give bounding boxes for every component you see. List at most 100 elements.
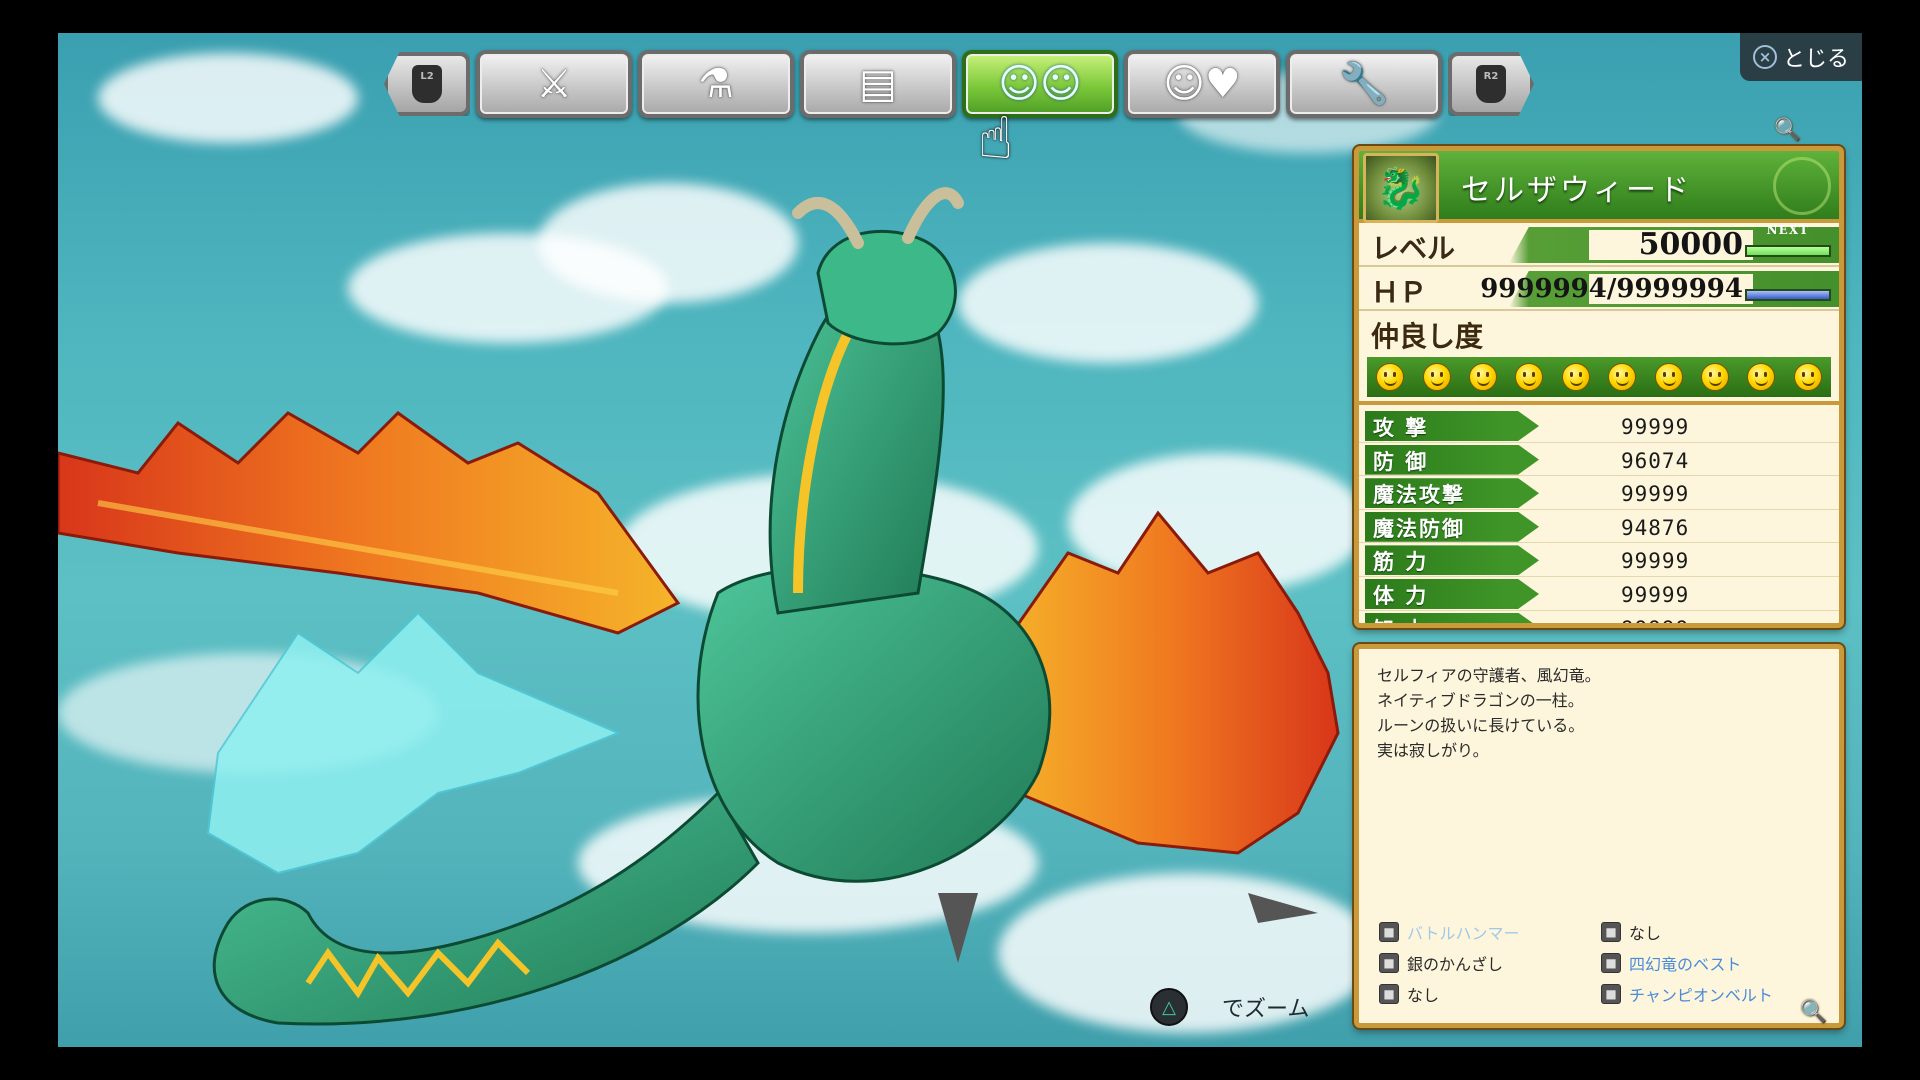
cross-button-icon: ×	[1752, 45, 1777, 69]
affinity-smile-icon	[1747, 363, 1776, 391]
affinity-smile-icon	[1515, 363, 1544, 391]
equipment-slot-shield[interactable]: ■ なし	[1601, 919, 1823, 944]
affinity-meter	[1367, 357, 1831, 397]
exp-meter-fill	[1747, 247, 1829, 255]
smile-heart-icon: ☺♥	[1163, 61, 1241, 107]
level-value: 50000	[1638, 227, 1743, 262]
character-name: セルザウィード	[1461, 173, 1692, 208]
stat-value: 99999	[1621, 415, 1690, 439]
affinity-row: 仲良し度	[1359, 311, 1839, 405]
sword-shield-icon: ⚔	[536, 61, 572, 107]
stat-name: 魔法防御	[1373, 516, 1465, 541]
description-line: ルーンの扱いに長けている。	[1377, 716, 1585, 735]
character-status-panel: 🐉 セルザウィード レベル 50000 NEXT ＨＰ 9999994/9999…	[1354, 146, 1844, 628]
stat-row: 体 力 99999	[1359, 577, 1839, 611]
tab-items[interactable]: ⚗	[638, 50, 794, 118]
armor-slot-icon: ■	[1601, 952, 1621, 973]
next-label: NEXT	[1766, 223, 1809, 237]
character-name-bar: 🐉 セルザウィード	[1359, 151, 1839, 223]
potion-hammer-icon: ⚗	[698, 61, 734, 107]
affinity-smile-icon	[1793, 363, 1822, 391]
triangle-button-icon: △	[1150, 988, 1188, 1026]
r2-shoulder-button[interactable]: R2	[1448, 52, 1534, 116]
stat-list: 攻 撃 99999 防 御 96074 魔法攻撃 99999 魔法防御 94876 筋 力 999…	[1359, 405, 1839, 623]
stat-row: 魔法攻撃 99999	[1359, 476, 1839, 510]
stat-value: 94876	[1621, 515, 1690, 540]
description-panel: セルフィアの守護者、風幻竜。 ネイティブドラゴンの一柱。 ルーンの扱いに長けている。…	[1354, 644, 1844, 1028]
affinity-label: 仲良し度	[1371, 320, 1484, 353]
equipment-slot-weapon[interactable]: ■ バトルハンマー	[1379, 919, 1601, 944]
description-text: セルフィアの守護者、風幻竜。 ネイティブドラゴンの一柱。 ルーンの扱いに長けている。…	[1377, 663, 1601, 763]
stat-value: 99999	[1621, 582, 1690, 607]
description-line: セルフィアの守護者、風幻竜。	[1377, 666, 1601, 685]
stat-row: 知 力 99999	[1359, 611, 1839, 623]
exp-meter	[1745, 245, 1831, 257]
stat-name: 筋 力	[1373, 550, 1429, 575]
hammer-slot-icon: ■	[1379, 921, 1399, 942]
r2-label: R2	[1476, 65, 1506, 103]
stat-value: 99999	[1621, 549, 1690, 574]
tab-notes[interactable]: ▤	[800, 50, 956, 118]
l2-shoulder-button[interactable]: L2	[384, 52, 470, 116]
description-line: 実は寂しがり。	[1377, 741, 1489, 760]
stat-name: 魔法攻撃	[1373, 483, 1465, 508]
close-button[interactable]: × とじる	[1740, 33, 1862, 81]
wind-emblem-icon	[1773, 157, 1831, 215]
affinity-smile-icon	[1700, 363, 1729, 391]
belt-slot-icon: ■	[1601, 983, 1621, 1004]
l2-label: L2	[412, 65, 442, 103]
affinity-smile-icon	[1468, 363, 1497, 391]
stat-row: 魔法防御 94876	[1359, 510, 1839, 544]
tab-relations[interactable]: ☺♥	[1124, 50, 1280, 118]
affinity-smile-icon	[1608, 363, 1637, 391]
zoom-hint: △ でズーム	[1150, 988, 1309, 1026]
shield-slot-icon: ■	[1601, 921, 1621, 942]
equipment-label: 銀のかんざし	[1407, 954, 1504, 974]
hp-value: 9999994/9999994	[1480, 274, 1743, 304]
stat-row: 攻 撃 99999	[1359, 409, 1839, 443]
zoom-out-icon[interactable]: 🔍	[1800, 1000, 1827, 1025]
companions-icon: ☺☺	[998, 61, 1082, 107]
affinity-smile-icon	[1654, 363, 1683, 391]
close-label: とじる	[1782, 47, 1849, 72]
menu-tab-bar: L2 ⚔ ⚗ ▤ ☺☺ ☺♥ 🔧 R2	[384, 50, 1534, 134]
equipment-slot-body[interactable]: ■ 四幻竜のベスト	[1601, 950, 1823, 975]
helmet-slot-icon: ■	[1379, 952, 1399, 973]
equipment-slot-head[interactable]: ■ 銀のかんざし	[1379, 950, 1601, 975]
boots-slot-icon: ■	[1379, 983, 1399, 1004]
stat-name: 防 御	[1373, 449, 1429, 474]
hp-meter	[1745, 289, 1831, 301]
stat-row: 筋 力 99999	[1359, 543, 1839, 577]
level-label: レベル	[1371, 232, 1456, 265]
equipment-label: バトルハンマー	[1407, 923, 1520, 943]
wrench-icon: 🔧	[1339, 61, 1389, 107]
tab-settings[interactable]: 🔧	[1286, 50, 1442, 118]
level-row: レベル 50000 NEXT	[1359, 223, 1839, 267]
equipment-label: なし	[1629, 923, 1662, 943]
affinity-smile-icon	[1376, 363, 1405, 391]
character-portrait: 🐉	[1363, 153, 1439, 223]
equipment-grid: ■ バトルハンマー ■ なし ■ 銀のかんざし ■ 四幻竜のベスト ■ なし ■ チャンピオンベルト	[1379, 919, 1829, 1006]
stat-value: 99999	[1621, 617, 1689, 623]
equipment-label: チャンピオンベルト	[1629, 985, 1773, 1005]
document-icon: ▤	[859, 61, 897, 107]
stat-name: 攻 撃	[1373, 416, 1429, 440]
description-line: ネイティブドラゴンの一柱。	[1377, 691, 1584, 710]
equipment-slot-feet[interactable]: ■ なし	[1379, 981, 1601, 1006]
equipment-slot-accessory[interactable]: ■ チャンピオンベルト	[1601, 981, 1823, 1006]
hp-label: ＨＰ	[1371, 276, 1428, 309]
affinity-smile-icon	[1422, 363, 1451, 391]
hp-meter-fill	[1747, 291, 1829, 299]
zoom-in-icon[interactable]: 🔍	[1774, 118, 1801, 143]
equipment-label: なし	[1407, 985, 1440, 1005]
hp-row: ＨＰ 9999994/9999994	[1359, 267, 1839, 311]
pointing-hand-cursor-icon: ☝	[978, 104, 1014, 172]
zoom-hint-label: でズーム	[1222, 997, 1310, 1022]
stat-value: 99999	[1621, 482, 1690, 507]
stat-row: 防 御 96074	[1359, 443, 1839, 477]
affinity-smile-icon	[1561, 363, 1590, 391]
equipment-label: 四幻竜のベスト	[1629, 954, 1742, 974]
tab-equipment[interactable]: ⚔	[476, 50, 632, 118]
stat-name: 知 力	[1373, 614, 1428, 623]
stat-name: 体 力	[1373, 583, 1429, 608]
